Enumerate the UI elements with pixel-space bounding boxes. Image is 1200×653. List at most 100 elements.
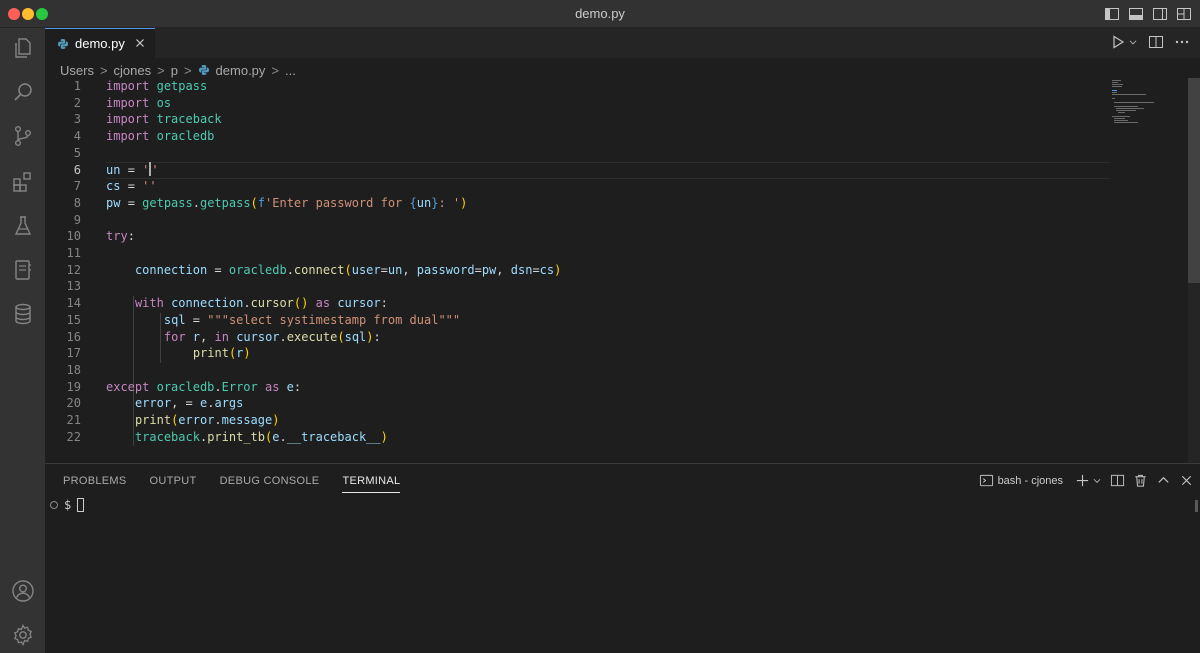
- breadcrumb-separator: >: [271, 62, 280, 78]
- breadcrumb: Users > cjones > p > demo.py > ...: [60, 61, 296, 79]
- code-text: import traceback: [106, 112, 222, 127]
- line-number: 11: [66, 246, 81, 260]
- code-line[interactable]: 17 print(r): [45, 345, 1110, 362]
- code-line[interactable]: 5: [45, 145, 1110, 162]
- code-line[interactable]: 3 import traceback: [45, 111, 1110, 128]
- code-line[interactable]: 18: [45, 362, 1110, 379]
- terminal-prompt-line[interactable]: $: [50, 498, 85, 512]
- tab-problems[interactable]: PROBLEMS: [63, 475, 127, 493]
- line-number: 8: [73, 195, 81, 210]
- source-control-icon: [14, 126, 31, 147]
- breadcrumb-separator: >: [157, 62, 165, 78]
- code-text: connection = oracledb.connect(user=un, p…: [134, 262, 562, 277]
- notebook-icon: [14, 260, 31, 280]
- terminal-name[interactable]: bash - cjones: [998, 475, 1063, 487]
- line-number: 7: [73, 179, 81, 194]
- line-number: 10: [66, 229, 81, 244]
- code-line[interactable]: 14 with connection.cursor() as cursor:: [45, 295, 1110, 312]
- code-line[interactable]: 19 except oracledb.Error as e:: [45, 379, 1110, 396]
- bottom-panel: PROBLEMS OUTPUT DEBUG CONSOLE TERMINAL b…: [45, 463, 1200, 653]
- trash-icon[interactable]: [1133, 473, 1148, 488]
- remote-explorer-button[interactable]: [0, 250, 45, 290]
- line-number: 17: [66, 346, 81, 361]
- run-python-icon[interactable]: [1110, 34, 1126, 50]
- account-icon: [11, 580, 34, 602]
- code-line[interactable]: 21 print(error.message): [45, 412, 1110, 429]
- chevron-down-icon[interactable]: [1092, 473, 1102, 488]
- toggle-sidebar-icon[interactable]: [1104, 6, 1120, 22]
- line-number: 16: [66, 329, 81, 344]
- gear-icon: [13, 624, 32, 646]
- code-text: print(error.message): [134, 413, 280, 427]
- code-text: import oracledb: [106, 129, 215, 144]
- code-line[interactable]: 2 import os: [45, 95, 1110, 112]
- code-text: import getpass: [106, 79, 208, 93]
- code-editor[interactable]: 1 import getpass 2 import os 3 import traceba…: [45, 78, 1200, 463]
- extensions-button[interactable]: [0, 162, 45, 202]
- add-terminal-icon[interactable]: [1075, 473, 1090, 488]
- code-line[interactable]: 4 import oracledb: [45, 128, 1110, 145]
- breadcrumb-item-users[interactable]: Users: [60, 63, 94, 78]
- line-number: 18: [66, 362, 81, 377]
- code-line[interactable]: 6 un = ' ': [45, 161, 1110, 179]
- code-text: cs = '': [106, 179, 157, 194]
- tab-output[interactable]: OUTPUT: [150, 475, 197, 493]
- code-text: error, = e.args: [134, 396, 244, 411]
- accounts-button[interactable]: [0, 571, 45, 611]
- code-text: un = ' ': [106, 161, 159, 177]
- line-number: 12: [66, 262, 81, 277]
- terminal-prompt: $: [64, 498, 72, 512]
- line-number: 19: [66, 379, 81, 394]
- code-line[interactable]: 9: [45, 212, 1110, 229]
- search-icon: [13, 83, 32, 101]
- code-line[interactable]: 10 try:: [45, 228, 1110, 245]
- toggle-secondary-sidebar-icon[interactable]: [1152, 6, 1168, 22]
- maximize-panel-icon[interactable]: [1156, 473, 1171, 488]
- minimap[interactable]: [1110, 78, 1185, 138]
- tab-debug-console[interactable]: DEBUG CONSOLE: [220, 475, 320, 493]
- search-button[interactable]: [0, 72, 45, 112]
- code-text: for r, in cursor.execute(sql):: [163, 329, 381, 344]
- line-number: 15: [66, 312, 81, 327]
- split-editor-icon[interactable]: [1148, 34, 1164, 50]
- code-line[interactable]: 8 pw = getpass.getpass(f'Enter password f…: [45, 195, 1110, 212]
- code-text: sql = """select systimestamp from dual""…: [163, 312, 461, 327]
- database-button[interactable]: [0, 294, 45, 334]
- close-panel-icon[interactable]: [1179, 473, 1194, 488]
- terminal-icon: [979, 474, 993, 487]
- testing-button[interactable]: [0, 206, 45, 246]
- more-actions-icon[interactable]: [1174, 34, 1190, 50]
- line-number: 20: [66, 396, 81, 411]
- tab-label: demo.py: [75, 36, 125, 51]
- activity-bar: [0, 28, 45, 653]
- customize-layout-icon[interactable]: [1176, 6, 1192, 22]
- terminal-scrollbar[interactable]: [1195, 500, 1198, 512]
- split-terminal-icon[interactable]: [1110, 473, 1125, 488]
- code-line[interactable]: 15 sql = """select systimestamp from dua…: [45, 312, 1110, 329]
- code-line[interactable]: 1 import getpass: [45, 78, 1110, 95]
- tab-demo-py[interactable]: demo.py: [45, 28, 155, 58]
- tab-terminal[interactable]: TERMINAL: [342, 475, 401, 493]
- breadcrumb-item-p[interactable]: p: [171, 63, 178, 78]
- code-line[interactable]: 20 error, = e.args: [45, 395, 1110, 412]
- breadcrumb-item-cjones[interactable]: cjones: [114, 63, 152, 78]
- code-line[interactable]: 22 traceback.print_tb(e.__traceback__): [45, 429, 1110, 446]
- manage-button[interactable]: [0, 615, 45, 653]
- chevron-down-icon[interactable]: [1128, 34, 1138, 50]
- code-line[interactable]: 16 for r, in cursor.execute(sql):: [45, 329, 1110, 346]
- breadcrumb-item-file[interactable]: demo.py: [216, 63, 266, 78]
- close-tab-icon[interactable]: [133, 36, 147, 50]
- code-text: try:: [106, 229, 135, 244]
- code-line[interactable]: 7 cs = '': [45, 178, 1110, 195]
- code-line[interactable]: 13: [45, 278, 1110, 295]
- editor-scrollbar-thumb[interactable]: [1188, 78, 1200, 283]
- code-line[interactable]: 11: [45, 245, 1110, 262]
- breadcrumb-item-symbols[interactable]: ...: [285, 63, 296, 78]
- explorer-button[interactable]: [0, 28, 45, 68]
- toggle-panel-icon[interactable]: [1128, 6, 1144, 22]
- command-decoration-icon: [50, 501, 58, 509]
- text-cursor: [149, 161, 152, 176]
- source-control-button[interactable]: [0, 116, 45, 156]
- python-file-icon: [58, 38, 68, 49]
- code-line[interactable]: 12 connection = oracledb.connect(user=un…: [45, 262, 1110, 279]
